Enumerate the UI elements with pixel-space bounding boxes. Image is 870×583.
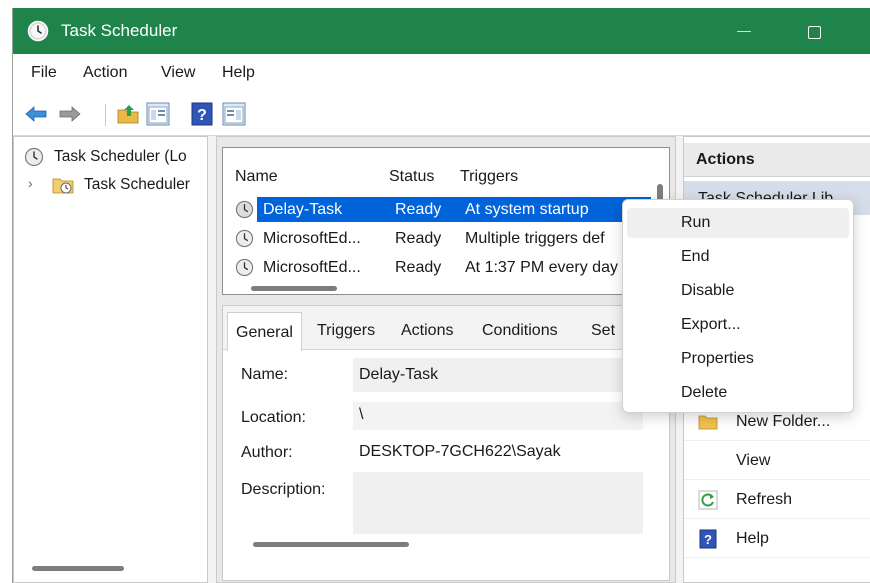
name-field[interactable]: Delay-Task — [353, 358, 643, 392]
clock-icon — [27, 20, 49, 42]
menu-item-properties[interactable]: Properties — [627, 344, 849, 374]
horizontal-scrollbar[interactable] — [32, 566, 124, 571]
clock-icon — [235, 200, 254, 219]
action-label: View — [736, 452, 771, 469]
menu-item-label: Disable — [681, 282, 735, 299]
task-name: MicrosoftEd... — [263, 259, 361, 276]
menu-view[interactable]: View — [161, 64, 195, 82]
detail-tabs: General Triggers Actions Conditions Set — [223, 306, 669, 351]
minimize-button[interactable] — [731, 22, 757, 40]
table-row[interactable]: Delay-Task Ready At system startup — [229, 196, 651, 224]
folder-clock-icon — [52, 178, 74, 194]
menu-item-disable[interactable]: Disable — [627, 276, 849, 306]
menu-help[interactable]: Help — [222, 64, 255, 82]
menu-item-end[interactable]: End — [627, 242, 849, 272]
task-name: Delay-Task — [263, 201, 343, 218]
author-label: Author: — [241, 444, 293, 461]
menu-item-run[interactable]: Run — [627, 208, 849, 238]
actions-title: Actions — [696, 151, 755, 168]
location-field: \ — [353, 402, 643, 430]
tab-settings[interactable]: Set — [591, 322, 615, 340]
help-icon: ? — [699, 529, 717, 549]
folder-up-icon[interactable] — [115, 101, 141, 127]
action-label: New Folder... — [736, 413, 831, 430]
menu-action[interactable]: Action — [83, 64, 127, 82]
table-row[interactable]: MicrosoftEd... Ready At 1:37 PM every da… — [229, 254, 649, 282]
task-status: Ready — [395, 201, 442, 218]
folder-icon — [698, 415, 718, 430]
menu-item-label: Run — [681, 214, 711, 231]
tab-triggers[interactable]: Triggers — [317, 322, 375, 340]
menu-file[interactable]: File — [31, 64, 57, 82]
task-detail-pane: General Triggers Actions Conditions Set … — [222, 305, 670, 581]
task-status: Ready — [395, 259, 442, 276]
task-trigger: Multiple triggers def — [465, 230, 605, 247]
column-header-status[interactable]: Status — [389, 168, 434, 186]
location-label: Location: — [241, 409, 306, 426]
tree-root-label: Task Scheduler (Lo — [54, 148, 187, 165]
tab-general[interactable]: General — [227, 312, 302, 351]
window-title: Task Scheduler — [61, 21, 178, 40]
clock-icon — [235, 229, 254, 248]
menu-item-label: End — [681, 248, 710, 265]
column-header-name[interactable]: Name — [235, 168, 278, 186]
show-hide-action-pane-icon[interactable] — [221, 101, 247, 127]
menu-bar: File Action View Help — [13, 54, 870, 92]
horizontal-scrollbar[interactable] — [251, 286, 337, 291]
title-bar[interactable]: Task Scheduler — [13, 8, 870, 54]
table-row[interactable]: MicrosoftEd... Ready Multiple triggers d… — [229, 225, 649, 253]
menu-item-delete[interactable]: Delete — [627, 378, 849, 408]
action-label: Help — [736, 530, 769, 547]
clock-icon — [24, 147, 44, 167]
action-label: Refresh — [736, 491, 793, 508]
menu-item-label: Properties — [681, 350, 754, 367]
toolbar: ? — [13, 92, 870, 136]
task-name: MicrosoftEd... — [263, 230, 361, 247]
author-field: DESKTOP-7GCH622\Sayak — [353, 436, 643, 468]
description-field[interactable] — [353, 472, 643, 534]
refresh-icon — [698, 490, 718, 510]
action-view[interactable]: View — [684, 442, 870, 480]
middle-pane: Name Status Triggers Delay-Task Ready At… — [216, 136, 676, 583]
show-hide-console-tree-icon[interactable] — [145, 101, 171, 127]
task-trigger: At system startup — [465, 201, 589, 218]
svg-text:?: ? — [704, 532, 712, 547]
context-menu: Run End Disable Export... Properties Del… — [622, 199, 854, 413]
menu-item-label: Delete — [681, 384, 728, 401]
column-header-triggers[interactable]: Triggers — [460, 168, 518, 186]
actions-header: Actions — [684, 143, 870, 177]
task-trigger: At 1:37 PM every day — [465, 259, 618, 276]
tree-child-label: Task Scheduler — [84, 176, 190, 193]
tab-conditions[interactable]: Conditions — [482, 322, 558, 340]
horizontal-scrollbar[interactable] — [253, 542, 409, 547]
svg-text:?: ? — [197, 107, 207, 124]
menu-item-label: Export... — [681, 316, 741, 333]
maximize-button[interactable] — [801, 22, 827, 42]
toolbar-separator — [105, 104, 106, 126]
help-icon[interactable]: ? — [189, 101, 215, 127]
clock-icon — [235, 258, 254, 277]
tab-actions[interactable]: Actions — [401, 322, 453, 340]
task-status: Ready — [395, 230, 442, 247]
action-refresh[interactable]: Refresh — [684, 481, 870, 519]
action-help[interactable]: ? Help — [684, 520, 870, 558]
chevron-right-icon[interactable]: › — [28, 175, 33, 191]
console-tree: Task Scheduler (Lo › Task Scheduler — [13, 136, 208, 583]
forward-arrow-icon[interactable] — [57, 101, 83, 127]
description-label: Description: — [241, 481, 326, 498]
name-label: Name: — [241, 366, 289, 383]
menu-item-export[interactable]: Export... — [627, 310, 849, 340]
task-list: Name Status Triggers Delay-Task Ready At… — [222, 147, 670, 295]
back-arrow-icon[interactable] — [23, 101, 49, 127]
